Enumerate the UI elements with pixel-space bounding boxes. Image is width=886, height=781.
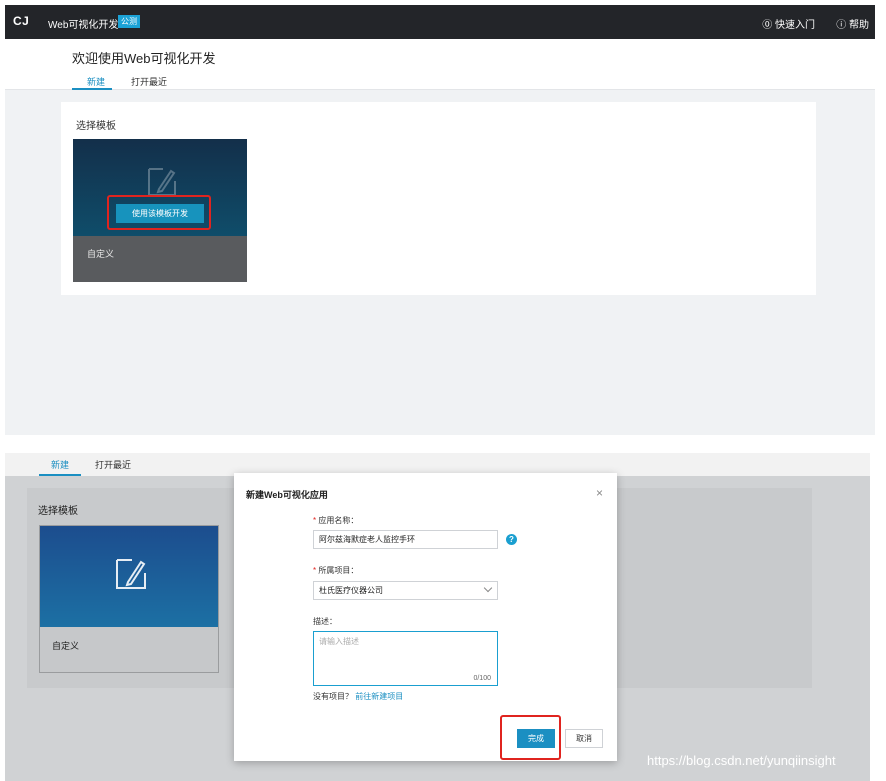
project-select[interactable]: 杜氏医疗仪器公司 — [313, 581, 498, 600]
tab-new[interactable]: 新建 — [87, 75, 105, 88]
edit-template-icon — [116, 559, 146, 589]
panel-title: 选择模板 — [76, 121, 116, 132]
template-label: 自定义 — [87, 249, 115, 259]
description-textarea[interactable]: 请输入描述 0/100 — [313, 631, 498, 686]
description-label: 描述： — [313, 617, 337, 626]
app-name-input[interactable]: 阿尔兹海默症老人监控手环 — [313, 530, 498, 549]
edit-template-icon — [148, 168, 176, 196]
screenshot-new-app-dialog: 新建 打开最近 选择模板 自定义 新建Web可视化应用 × * 应用名称： 阿尔… — [5, 453, 870, 781]
dialog-title: 新建Web可视化应用 — [246, 490, 328, 500]
top-navbar: C J Web可视化开发 公测 ⓪ 快速入门 ⓘ 帮助 — [5, 5, 875, 39]
app-title[interactable]: Web可视化开发 — [48, 16, 118, 31]
chevron-down-icon — [483, 583, 493, 593]
required-mark: * — [313, 516, 317, 525]
template-label: 自定义 — [52, 641, 80, 651]
no-project-hint: 没有项目？ 前往新建项目 — [313, 691, 403, 702]
project-label-text: 所属项目： — [318, 566, 359, 575]
new-app-dialog: 新建Web可视化应用 × * 应用名称： 阿尔兹海默症老人监控手环 ? * 所属… — [234, 473, 617, 761]
app-name-label: * 应用名称： — [313, 515, 358, 526]
description-placeholder: 请输入描述 — [319, 637, 359, 646]
tab-open-recent[interactable]: 打开最近 — [131, 75, 167, 88]
template-thumbnail — [40, 526, 218, 627]
new-project-link[interactable]: 前往新建项目 — [355, 692, 403, 701]
no-project-text: 没有项目？ — [313, 692, 353, 701]
question-icon[interactable]: ? — [506, 534, 517, 545]
active-tab-indicator — [39, 474, 81, 476]
highlight-box — [107, 195, 211, 230]
beta-badge: 公测 — [118, 15, 140, 28]
required-mark: * — [313, 566, 317, 575]
tab-new[interactable]: 新建 — [51, 458, 69, 471]
project-select-value: 杜氏医疗仪器公司 — [319, 586, 383, 595]
screenshot-template-select: C J Web可视化开发 公测 ⓪ 快速入门 ⓘ 帮助 欢迎使用Web可视化开发… — [5, 5, 875, 435]
logo-icon[interactable]: C J — [13, 14, 29, 28]
panel-title: 选择模板 — [38, 506, 78, 517]
project-label: * 所属项目： — [313, 565, 358, 576]
page-title: 欢迎使用Web可视化开发 — [72, 51, 216, 66]
template-panel: 选择模板 使用该模板开发 自定义 — [61, 102, 816, 295]
tab-open-recent[interactable]: 打开最近 — [95, 458, 131, 471]
active-tab-indicator — [72, 88, 112, 90]
highlight-box — [500, 715, 561, 760]
watermark: https://blog.csdn.net/yunqiinsight — [647, 753, 836, 768]
template-card-custom[interactable]: 使用该模板开发 自定义 — [73, 139, 247, 282]
help-link[interactable]: ⓘ 帮助 — [836, 16, 869, 31]
close-icon[interactable]: × — [596, 486, 603, 500]
app-name-label-text: 应用名称： — [318, 516, 359, 525]
template-card-custom[interactable]: 自定义 — [39, 525, 219, 673]
page-header: 欢迎使用Web可视化开发 新建 打开最近 — [5, 39, 875, 90]
char-counter: 0/100 — [473, 675, 491, 682]
quickstart-link[interactable]: ⓪ 快速入门 — [762, 16, 815, 31]
cancel-button[interactable]: 取消 — [565, 729, 603, 748]
